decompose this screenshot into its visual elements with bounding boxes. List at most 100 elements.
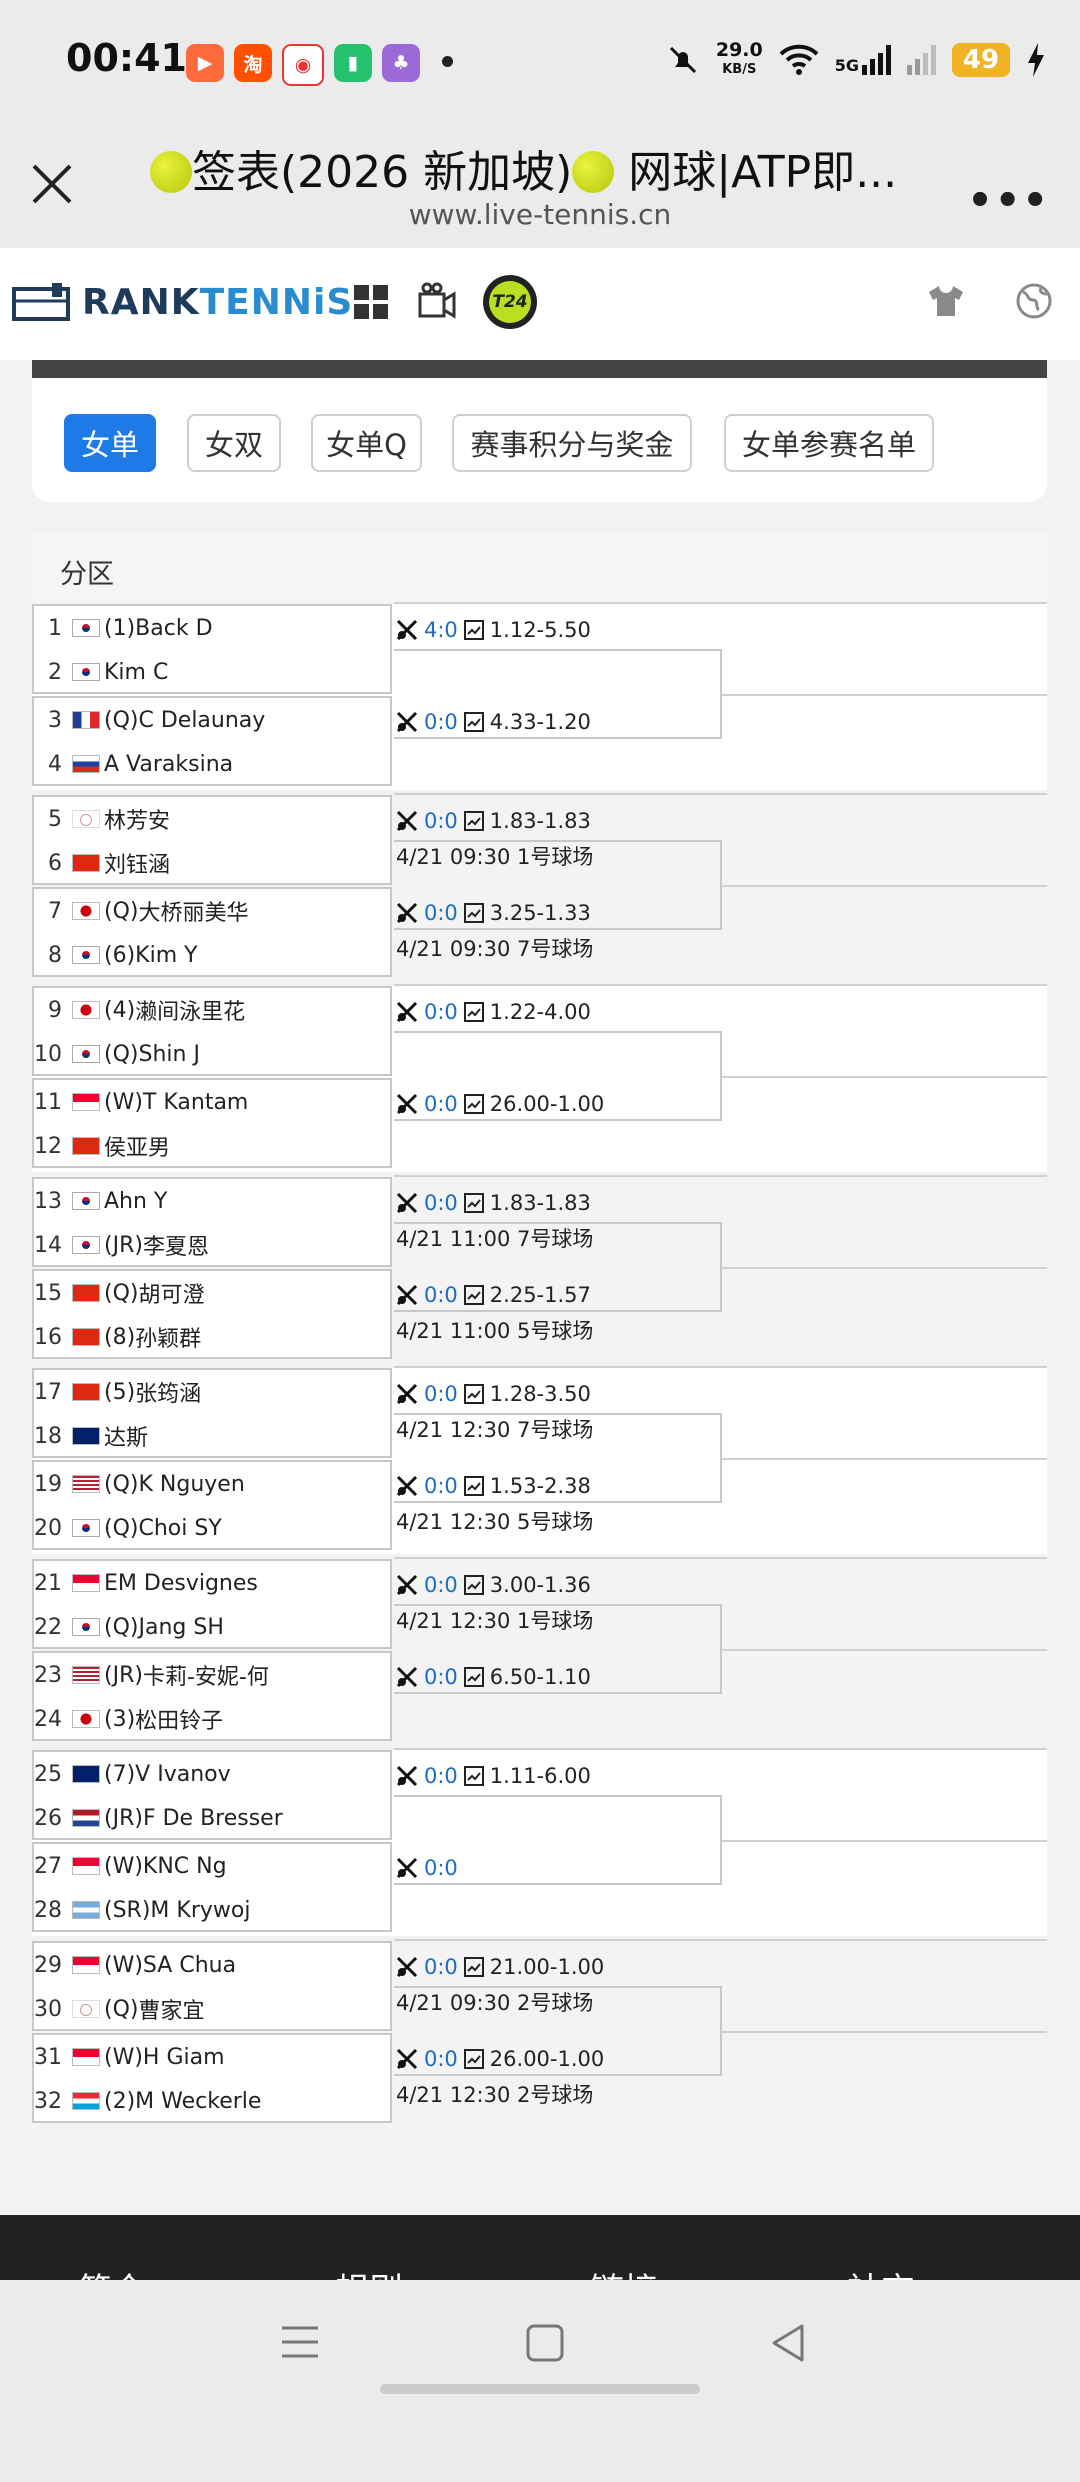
player-row[interactable]: 2 Kim C <box>34 650 394 694</box>
grid-icon[interactable] <box>353 284 389 320</box>
shirt-icon[interactable] <box>927 284 965 318</box>
odds-chart-icon[interactable] <box>463 1384 484 1404</box>
draw-position: 12 <box>34 1133 62 1159</box>
tab-womens-singles[interactable]: 女单 <box>64 414 156 472</box>
player-row[interactable]: 11 (W) T Kantam <box>34 1080 394 1124</box>
player-row[interactable]: 21 EM Desvignes <box>34 1561 394 1605</box>
racket-icon <box>396 810 418 832</box>
match-info[interactable]: 0:0 3.00-1.36 <box>396 1573 591 1597</box>
odds-chart-icon[interactable] <box>463 620 484 640</box>
player-entry-tag: (Q) <box>104 1041 139 1067</box>
player-row[interactable]: 12 侯亚男 <box>34 1124 394 1168</box>
player-name: 濑间泳里花 <box>135 1000 246 1025</box>
player-entry-tag: (7) <box>104 1761 136 1787</box>
match-box: 17 (5) 张筠涵 18 达斯 <box>32 1368 392 1458</box>
flag-hk-icon <box>72 1284 100 1302</box>
home-icon[interactable] <box>526 2324 564 2362</box>
player-entry-tag: (4) <box>104 997 136 1023</box>
row-divider <box>394 1939 1047 1941</box>
odds-chart-icon[interactable] <box>463 1002 484 1022</box>
match-info[interactable]: 4:0 1.12-5.50 <box>396 618 591 642</box>
more-options-icon[interactable]: ••• <box>967 178 1050 224</box>
player-row[interactable]: 14 (JR) 李夏恩 <box>34 1223 394 1267</box>
player-row[interactable]: 20 (Q) Choi SY <box>34 1506 394 1550</box>
player-name: M Weckerle <box>135 2088 262 2114</box>
flag-us-icon <box>72 1475 100 1493</box>
row-divider <box>394 1748 1047 1750</box>
match-info[interactable]: 0:0 1.83-1.83 <box>396 809 591 833</box>
player-row[interactable]: 4 A Varaksina <box>34 742 394 786</box>
player-row[interactable]: 10 (Q) Shin J <box>34 1032 394 1076</box>
player-row[interactable]: 13 Ahn Y <box>34 1179 394 1223</box>
match-box: 25 (7) V Ivanov 26 (JR) F De Bresser <box>32 1750 392 1840</box>
match-schedule: 4/21 12:30 2号球场 <box>396 2083 594 2107</box>
player-row[interactable]: 16 (8) 孙颖群 <box>34 1315 394 1359</box>
player-row[interactable]: 18 达斯 <box>34 1414 394 1458</box>
player-name: 刘钰涵 <box>104 853 171 878</box>
player-row[interactable]: 29 (W) SA Chua <box>34 1943 394 1987</box>
player-row[interactable]: 17 (5) 张筠涵 <box>34 1370 394 1414</box>
player-row[interactable]: 25 (7) V Ivanov <box>34 1752 394 1796</box>
odds-chart-icon[interactable] <box>463 1766 484 1786</box>
player-name: T Kantam <box>142 1089 249 1115</box>
player-row[interactable]: 15 (Q) 胡可澄 <box>34 1271 394 1315</box>
player-row[interactable]: 26 (JR) F De Bresser <box>34 1796 394 1840</box>
odds-chart-icon[interactable] <box>463 811 484 831</box>
player-entry-tag: (W) <box>104 1089 143 1115</box>
t24-icon[interactable]: T24 <box>483 275 537 329</box>
player-entry-tag: (Q) <box>104 1471 139 1497</box>
draw-position: 32 <box>34 2088 62 2114</box>
player-row[interactable]: 31 (W) H Giam <box>34 2035 394 2079</box>
video-icon[interactable] <box>417 282 457 322</box>
match-info[interactable]: 0:0 1.83-1.83 <box>396 1191 591 1215</box>
odds-chart-icon[interactable] <box>463 1193 484 1213</box>
match-info[interactable]: 0:0 1.28-3.50 <box>396 1382 591 1406</box>
tab-womens-doubles[interactable]: 女双 <box>187 414 281 472</box>
racket-icon <box>396 619 418 641</box>
row-divider <box>394 1175 1047 1177</box>
back-icon[interactable] <box>770 2324 806 2362</box>
status-time: 00:41 <box>66 36 187 80</box>
bracket-connector <box>394 1986 722 2076</box>
player-row[interactable]: 28 (SR) M Krywoj <box>34 1888 394 1932</box>
odds-chart-icon[interactable] <box>463 1575 484 1595</box>
player-row[interactable]: 8 (6) Kim Y <box>34 933 394 977</box>
tab-points-prize[interactable]: 赛事积分与奖金 <box>452 414 692 472</box>
player-row[interactable]: 7 (Q) 大桥丽美华 <box>34 889 394 933</box>
player-name: Shin J <box>138 1041 200 1067</box>
draw-position: 1 <box>48 615 62 641</box>
player-name: KNC Ng <box>142 1853 227 1879</box>
flag-cn-icon <box>72 1137 100 1155</box>
menu-icon[interactable] <box>280 2324 320 2360</box>
player-row[interactable]: 6 刘钰涵 <box>34 841 394 885</box>
match-info[interactable]: 0:0 1.11-6.00 <box>396 1764 591 1788</box>
match-info[interactable]: 0:0 21.00-1.00 <box>396 1955 604 1979</box>
odds-chart-icon[interactable] <box>463 1957 484 1977</box>
player-row[interactable]: 32 (2) M Weckerle <box>34 2079 394 2123</box>
player-row[interactable]: 1 (1) Back D <box>34 606 394 650</box>
player-row[interactable]: 3 (Q) C Delaunay <box>34 698 394 742</box>
game-app-icon: ♣ <box>382 44 420 82</box>
player-row[interactable]: 22 (Q) Jang SH <box>34 1605 394 1649</box>
player-row[interactable]: 9 (4) 濑间泳里花 <box>34 988 394 1032</box>
match-score: 0:0 <box>424 1764 458 1788</box>
flag-sg-icon <box>72 1574 100 1592</box>
tab-entry-list[interactable]: 女单参赛名单 <box>724 414 934 472</box>
player-row[interactable]: 23 (JR) 卡莉-安妮-何 <box>34 1653 394 1697</box>
match-info[interactable]: 0:0 1.22-4.00 <box>396 1000 591 1024</box>
player-row[interactable]: 24 (3) 松田铃子 <box>34 1697 394 1741</box>
tab-womens-qualifying[interactable]: 女单Q <box>311 414 422 472</box>
player-row[interactable]: 19 (Q) K Nguyen <box>34 1462 394 1506</box>
flag-sg-icon <box>72 1857 100 1875</box>
flag-cn-icon <box>72 1383 100 1401</box>
player-row[interactable]: 5 林芳安 <box>34 797 394 841</box>
player-row[interactable]: 27 (W) KNC Ng <box>34 1844 394 1888</box>
draw-position: 2 <box>48 659 62 685</box>
match-odds: 1.28-3.50 <box>489 1382 591 1406</box>
flag-cn-icon <box>72 854 100 872</box>
match-odds: 1.83-1.83 <box>489 809 591 833</box>
site-logo[interactable]: RANKTENNiS <box>12 282 353 323</box>
globe-icon[interactable] <box>1015 282 1053 320</box>
draw-position: 30 <box>34 1996 62 2022</box>
player-row[interactable]: 30 (Q) 曹家宜 <box>34 1987 394 2031</box>
